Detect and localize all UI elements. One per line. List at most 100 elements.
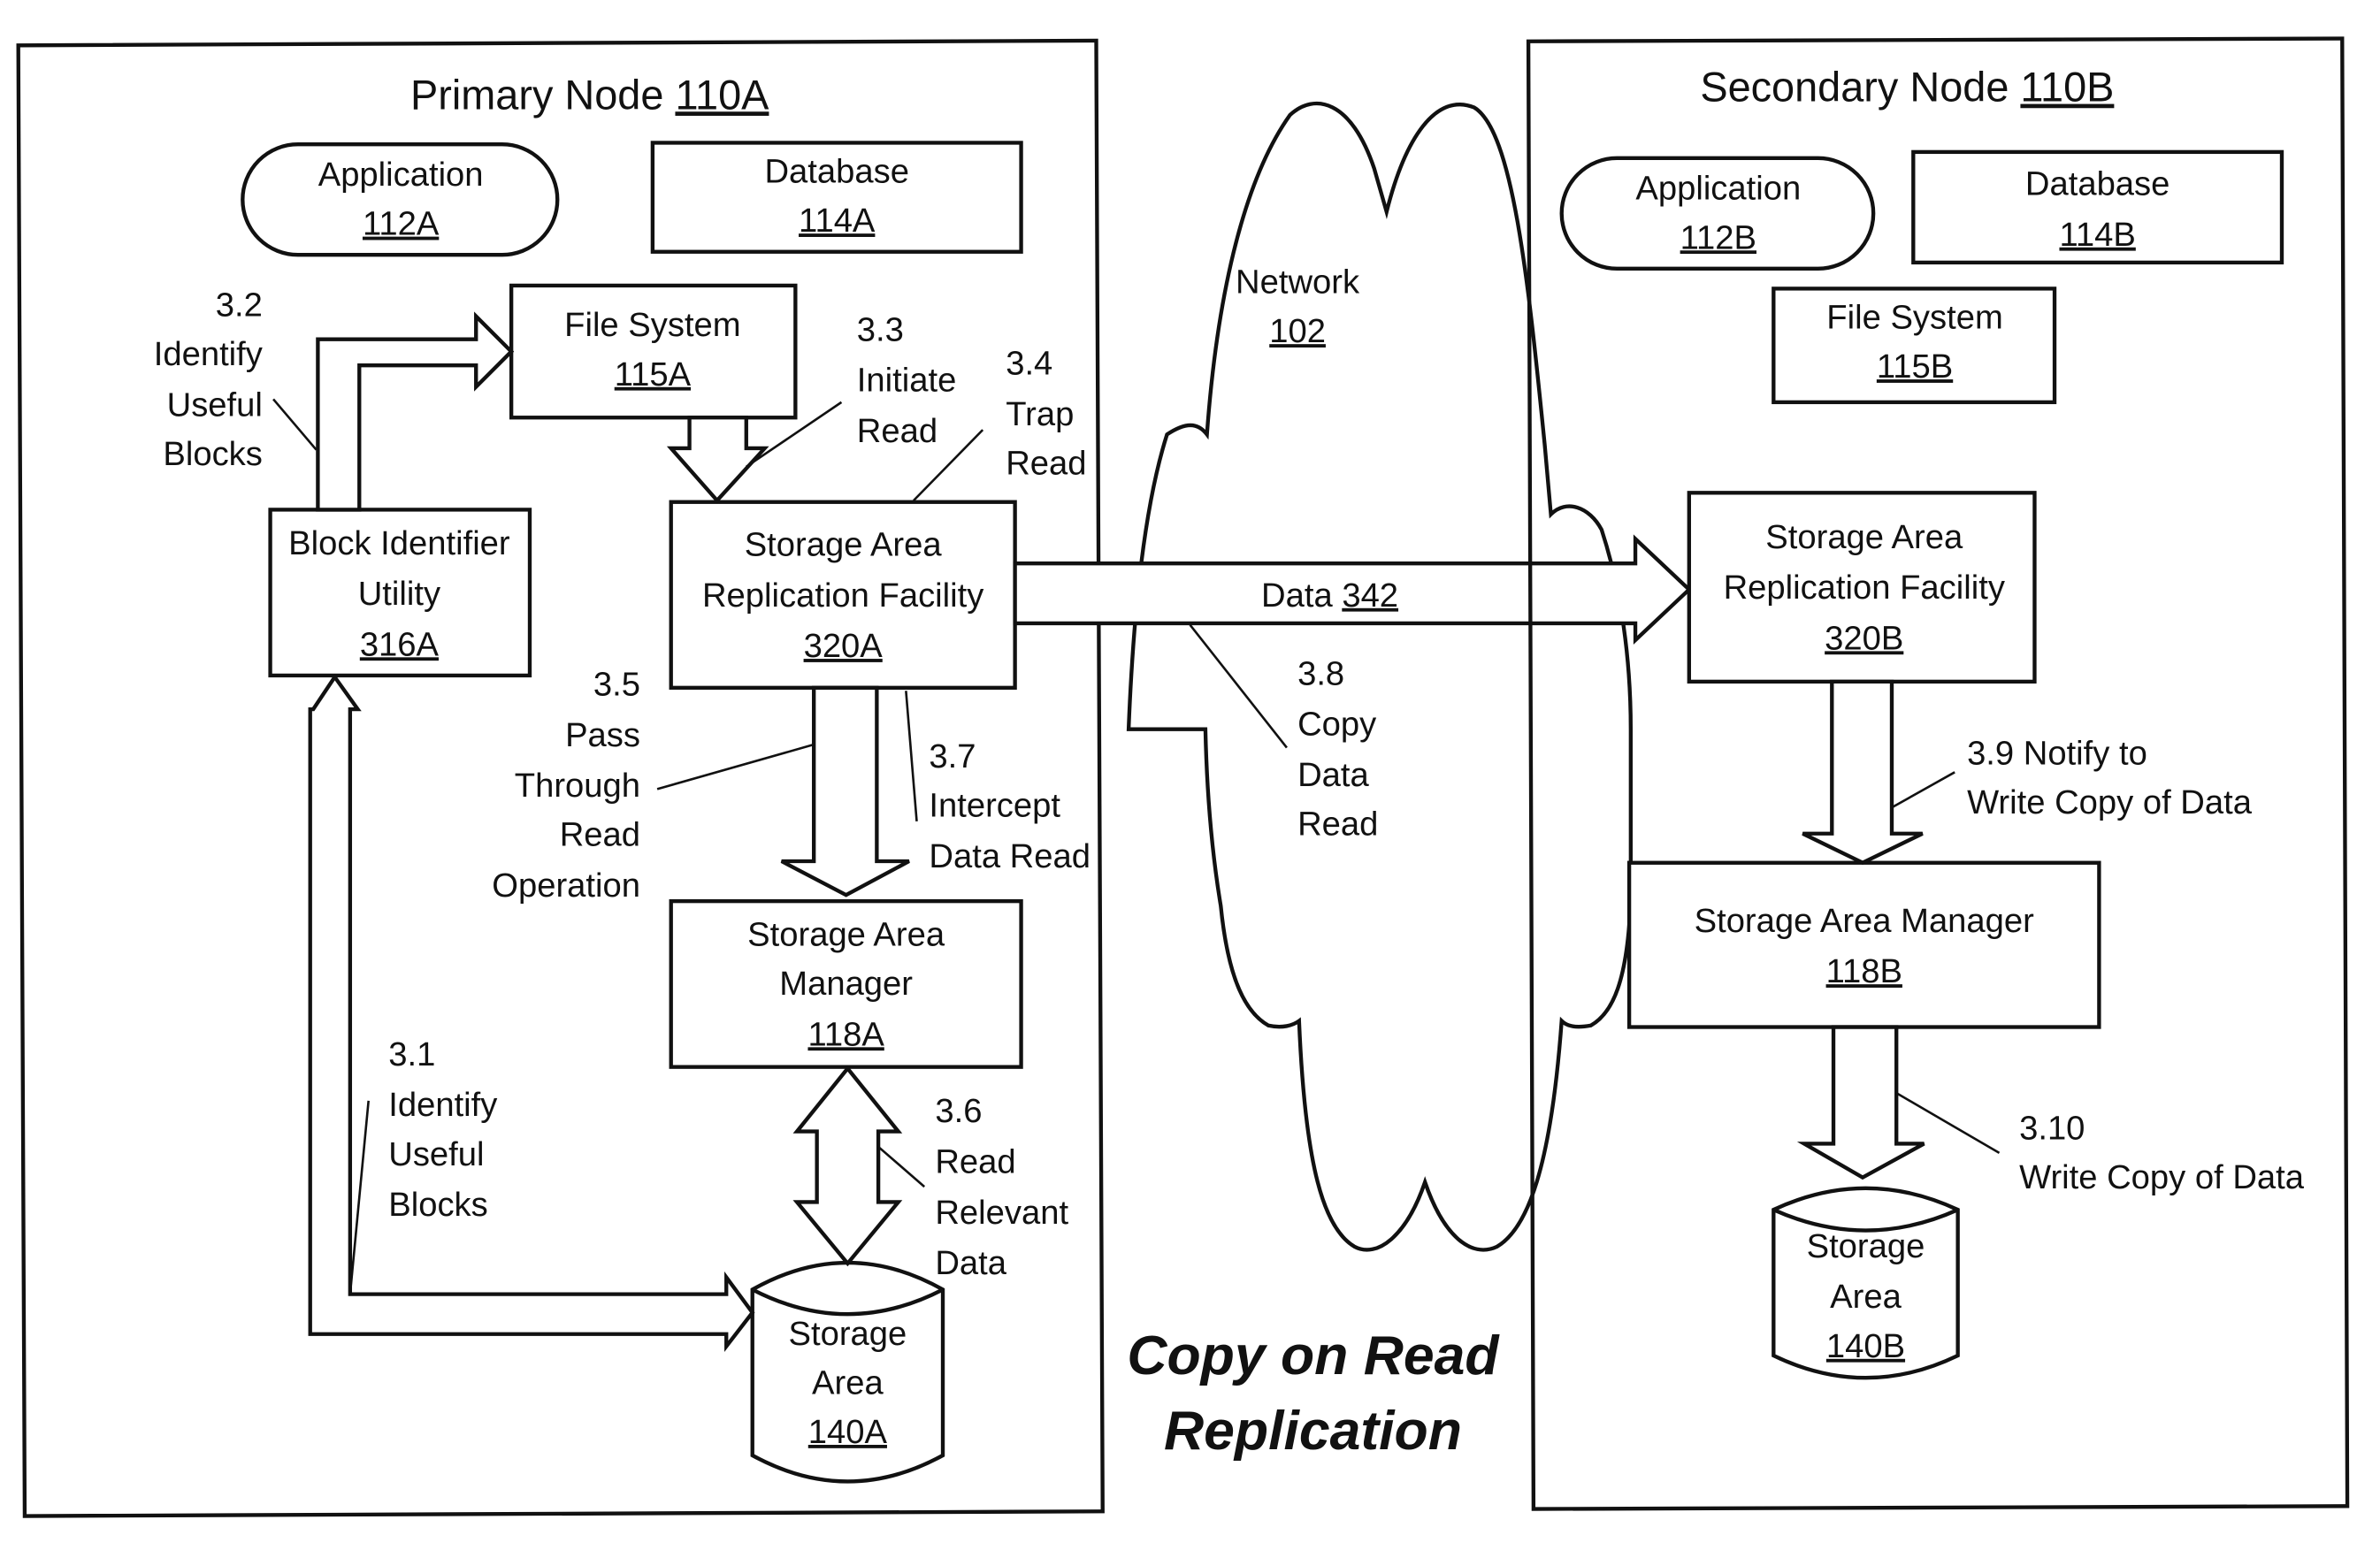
svg-text:3.7: 3.7 bbox=[929, 737, 976, 775]
application-112a[interactable]: Application 112A bbox=[241, 142, 560, 257]
svg-text:Blocks: Blocks bbox=[163, 435, 262, 473]
secondary-node-title: Secondary Node 110B bbox=[1700, 65, 2114, 111]
svg-text:Read: Read bbox=[560, 816, 640, 854]
primary-node-title: Primary Node 110A bbox=[410, 72, 769, 118]
application-ref: 112A bbox=[363, 205, 440, 243]
svg-text:Copy: Copy bbox=[1297, 706, 1377, 744]
database-label: Database bbox=[764, 153, 908, 191]
svg-text:3.6: 3.6 bbox=[935, 1092, 982, 1130]
storage-manager-line1: Storage Area Manager bbox=[1695, 902, 2035, 940]
database-label: Database bbox=[2025, 164, 2170, 202]
replication-facility-320a[interactable]: Storage Area Replication Facility 320A bbox=[669, 500, 1017, 690]
arrow-file-system-to-replication bbox=[666, 416, 769, 504]
leader-3-2 bbox=[272, 398, 318, 451]
application-label: Application bbox=[318, 156, 484, 194]
svg-text:3.1: 3.1 bbox=[388, 1035, 435, 1073]
step-3-9-label: 3.9 Notify to Write Copy of Data bbox=[1967, 735, 2253, 822]
database-ref: 114B bbox=[2059, 216, 2135, 254]
svg-text:Initiate: Initiate bbox=[857, 362, 957, 400]
arrow-storage-manager-to-storage-area-b bbox=[1796, 1025, 1925, 1180]
svg-text:Blocks: Blocks bbox=[388, 1186, 487, 1224]
svg-text:Write Copy of Data: Write Copy of Data bbox=[2019, 1158, 2305, 1196]
leader-3-9 bbox=[1891, 771, 1955, 809]
application-ref: 112B bbox=[1680, 218, 1756, 256]
svg-text:Identify: Identify bbox=[154, 335, 264, 373]
application-112b[interactable]: Application 112B bbox=[1559, 156, 1876, 271]
svg-text:Trap: Trap bbox=[1006, 395, 1074, 433]
application-label: Application bbox=[1635, 170, 1801, 208]
block-identifier-ref: 316A bbox=[360, 625, 440, 663]
storage-area-line1: Storage bbox=[789, 1315, 907, 1353]
database-ref: 114A bbox=[799, 202, 876, 240]
leader-3-5 bbox=[656, 743, 815, 790]
database-114b[interactable]: Database 114B bbox=[1911, 149, 2284, 265]
data-flow-label: Data 342 bbox=[1261, 577, 1398, 615]
replication-facility-ref: 320A bbox=[804, 627, 884, 665]
leader-3-7 bbox=[905, 691, 918, 821]
file-system-115b[interactable]: File System 115B bbox=[1772, 286, 2057, 405]
svg-text:Intercept: Intercept bbox=[929, 787, 1060, 825]
step-3-4-label: 3.4 Trap Read bbox=[1006, 345, 1086, 483]
block-identifier-line1: Block Identifier bbox=[288, 524, 510, 562]
replication-facility-ref: 320B bbox=[1825, 619, 1903, 657]
block-identifier-utility-316a[interactable]: Block Identifier Utility 316A bbox=[268, 508, 532, 678]
step-3-10-label: 3.10 Write Copy of Data bbox=[2019, 1109, 2305, 1196]
svg-text:3.2: 3.2 bbox=[216, 286, 263, 325]
storage-area-manager-118b[interactable]: Storage Area Manager 118B bbox=[1626, 860, 2101, 1029]
svg-text:3.8: 3.8 bbox=[1297, 654, 1344, 692]
storage-area-140a[interactable]: Storage Area 140A bbox=[750, 1260, 945, 1484]
svg-text:Data: Data bbox=[935, 1244, 1006, 1282]
svg-text:Operation: Operation bbox=[492, 867, 640, 905]
svg-text:Read: Read bbox=[1297, 805, 1378, 843]
file-system-label: File System bbox=[1826, 299, 2002, 337]
svg-text:Useful: Useful bbox=[388, 1135, 484, 1173]
replication-facility-320b[interactable]: Storage Area Replication Facility 320B bbox=[1687, 491, 2037, 684]
file-system-115a[interactable]: File System 115A bbox=[509, 283, 798, 420]
arrow-replication-to-storage-manager bbox=[780, 685, 910, 897]
storage-area-line1: Storage bbox=[1807, 1227, 1925, 1265]
svg-text:3.4: 3.4 bbox=[1006, 345, 1052, 383]
replication-facility-line2: Replication Facility bbox=[1724, 569, 2006, 607]
storage-manager-ref: 118B bbox=[1826, 952, 1902, 990]
svg-text:Relevant: Relevant bbox=[935, 1194, 1068, 1232]
file-system-ref: 115B bbox=[1877, 347, 1953, 386]
svg-text:3.9 Notify to: 3.9 Notify to bbox=[1967, 735, 2147, 773]
replication-facility-line1: Storage Area bbox=[1765, 518, 1963, 556]
svg-text:Through: Through bbox=[515, 767, 640, 805]
svg-text:Pass: Pass bbox=[565, 716, 640, 754]
arrow-identify-to-file-system bbox=[316, 311, 515, 512]
replication-facility-line1: Storage Area bbox=[745, 526, 943, 564]
svg-text:Write Copy of Data: Write Copy of Data bbox=[1967, 783, 2253, 821]
leader-3-6 bbox=[877, 1145, 926, 1188]
replication-facility-line2: Replication Facility bbox=[702, 577, 984, 615]
step-3-6-label: 3.6 Read Relevant Data bbox=[935, 1092, 1068, 1282]
storage-area-line2: Area bbox=[812, 1363, 884, 1401]
network-label: Network bbox=[1236, 263, 1360, 302]
storage-area-ref: 140A bbox=[808, 1413, 888, 1451]
storage-area-manager-118a[interactable]: Storage Area Manager 118A bbox=[669, 898, 1023, 1069]
storage-manager-line1: Storage Area bbox=[747, 915, 945, 953]
file-system-ref: 115A bbox=[615, 355, 692, 393]
svg-text:3.10: 3.10 bbox=[2019, 1109, 2085, 1147]
step-3-5-label: 3.5 Pass Through Read Operation bbox=[492, 665, 640, 904]
storage-area-line2: Area bbox=[1830, 1278, 1902, 1316]
svg-text:3.5: 3.5 bbox=[593, 665, 640, 703]
storage-manager-ref: 118A bbox=[807, 1015, 884, 1053]
network-ref: 102 bbox=[1269, 312, 1326, 350]
figure-title-line1: Copy on Read bbox=[1127, 1325, 1500, 1386]
storage-manager-line2: Manager bbox=[779, 965, 913, 1003]
arrow-storage-manager-storage-area bbox=[792, 1065, 903, 1267]
svg-text:Useful: Useful bbox=[167, 386, 263, 424]
figure-title-line2: Replication bbox=[1164, 1400, 1462, 1462]
leader-3-1 bbox=[348, 1100, 370, 1295]
storage-area-140b[interactable]: Storage Area 140B bbox=[1772, 1186, 1960, 1380]
svg-text:Identify: Identify bbox=[388, 1086, 498, 1124]
block-identifier-line2: Utility bbox=[358, 575, 441, 613]
step-3-7-label: 3.7 Intercept Data Read bbox=[929, 737, 1091, 875]
copy-on-read-diagram: Primary Node 110A Application 112A Datab… bbox=[16, 36, 2350, 1518]
database-114a[interactable]: Database 114A bbox=[650, 141, 1023, 254]
step-3-3-label: 3.3 Initiate Read bbox=[857, 310, 957, 450]
svg-text:Data Read: Data Read bbox=[929, 837, 1091, 875]
svg-text:Read: Read bbox=[935, 1142, 1015, 1180]
svg-text:Data: Data bbox=[1297, 756, 1369, 794]
